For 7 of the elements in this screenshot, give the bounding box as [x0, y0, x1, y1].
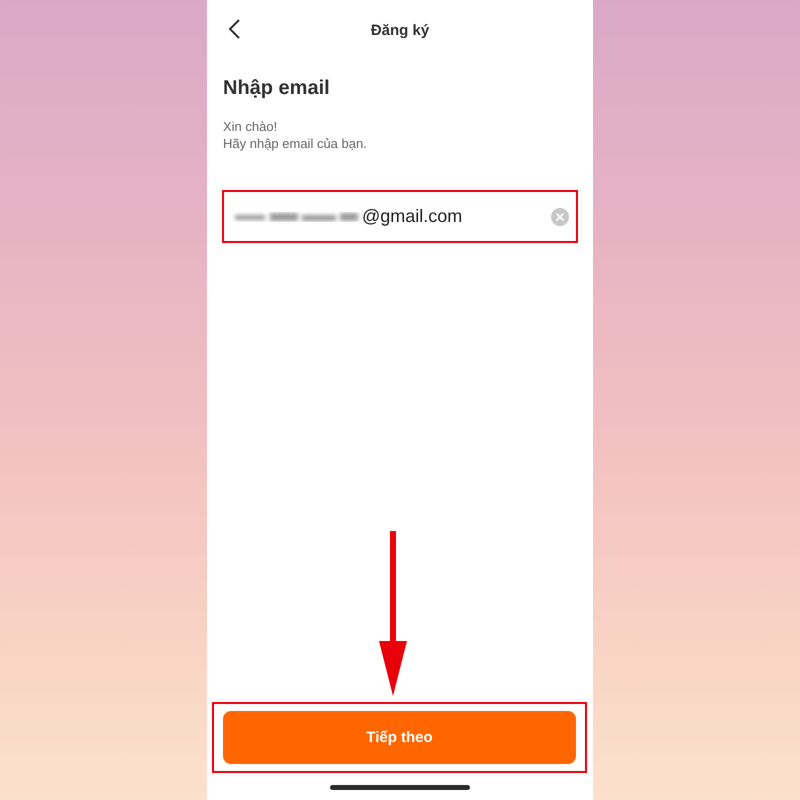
email-field[interactable]: @gmail.com [222, 190, 578, 243]
greeting-text: Xin chào! [223, 118, 278, 135]
back-icon[interactable] [227, 18, 241, 40]
heading: Nhập email [223, 77, 331, 100]
greeting-text: Hãy nhập email của bạn. [223, 135, 368, 152]
page-title: Đăng ký [370, 22, 430, 38]
email-value: @gmail.com [362, 206, 462, 227]
